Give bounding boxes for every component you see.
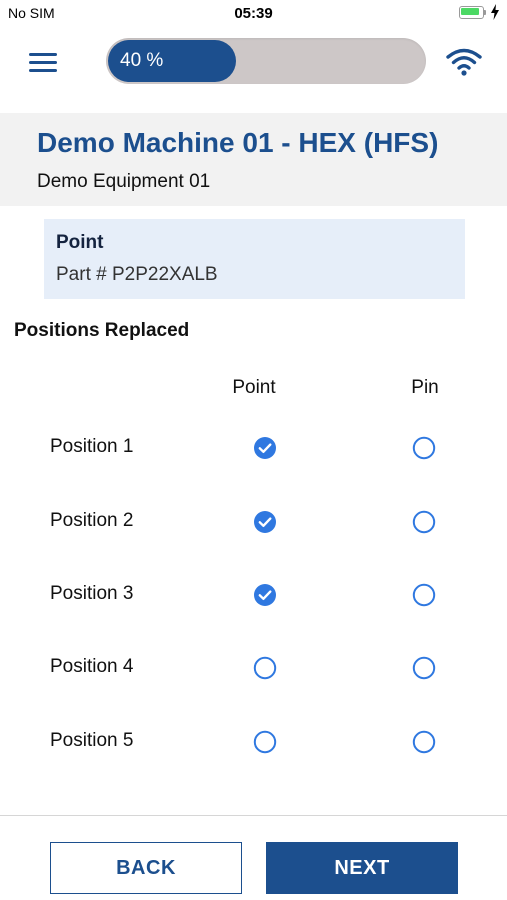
pin-radio-unchecked-icon	[412, 510, 436, 534]
position-row: Position 2	[0, 497, 507, 547]
column-header-pin: Pin	[411, 377, 439, 398]
point-radio-checked-icon	[254, 511, 276, 533]
pin-radio-unchecked-icon	[412, 436, 436, 460]
point-radio-unchecked-icon	[253, 656, 277, 680]
point-radio-checked-icon	[254, 584, 276, 606]
point-radio-position-1[interactable]	[253, 436, 277, 460]
next-button[interactable]: NEXT	[266, 842, 458, 894]
point-radio-unchecked-icon	[253, 730, 277, 754]
progress-label: 40 %	[120, 50, 164, 71]
pin-radio-position-4[interactable]	[412, 656, 436, 680]
clock-time: 05:39	[234, 5, 273, 22]
point-radio-position-3[interactable]	[253, 583, 277, 607]
pin-radio-unchecked-icon	[412, 656, 436, 680]
machine-header: Demo Machine 01 - HEX (HFS) Demo Equipme…	[0, 113, 507, 206]
pin-radio-position-3[interactable]	[412, 583, 436, 607]
battery-level-fill	[461, 8, 479, 15]
footer-divider	[0, 815, 507, 816]
part-card: Point Part # P2P22XALB	[44, 219, 465, 299]
position-row: Position 3	[0, 570, 507, 620]
progress-bar: 40 %	[106, 38, 426, 84]
point-radio-position-4[interactable]	[253, 656, 277, 680]
battery-icon	[459, 6, 487, 19]
point-radio-checked-icon	[254, 437, 276, 459]
column-header-point: Point	[232, 377, 276, 398]
charging-bolt-icon	[491, 4, 499, 20]
pin-radio-position-1[interactable]	[412, 436, 436, 460]
point-radio-position-2[interactable]	[253, 510, 277, 534]
hamburger-menu-icon[interactable]	[26, 49, 60, 75]
position-row: Position 1	[0, 423, 507, 473]
pin-radio-unchecked-icon	[412, 583, 436, 607]
position-label: Position 4	[50, 656, 134, 677]
position-label: Position 5	[50, 730, 134, 751]
part-name: Point	[56, 232, 104, 253]
pin-radio-position-5[interactable]	[412, 730, 436, 754]
position-row: Position 5	[0, 717, 507, 767]
pin-radio-position-2[interactable]	[412, 510, 436, 534]
machine-title: Demo Machine 01 - HEX (HFS)	[37, 127, 439, 158]
part-number: Part # P2P22XALB	[56, 264, 218, 285]
machine-subtitle: Demo Equipment 01	[37, 171, 211, 192]
position-label: Position 1	[50, 436, 134, 457]
point-radio-position-5[interactable]	[253, 730, 277, 754]
back-button[interactable]: BACK	[50, 842, 242, 894]
positions-replaced-title: Positions Replaced	[14, 320, 190, 341]
position-label: Position 3	[50, 583, 134, 604]
pin-radio-unchecked-icon	[412, 730, 436, 754]
position-row: Position 4	[0, 643, 507, 693]
status-bar: No SIM 05:39	[0, 0, 507, 28]
wifi-icon[interactable]	[446, 47, 482, 77]
position-label: Position 2	[50, 510, 134, 531]
